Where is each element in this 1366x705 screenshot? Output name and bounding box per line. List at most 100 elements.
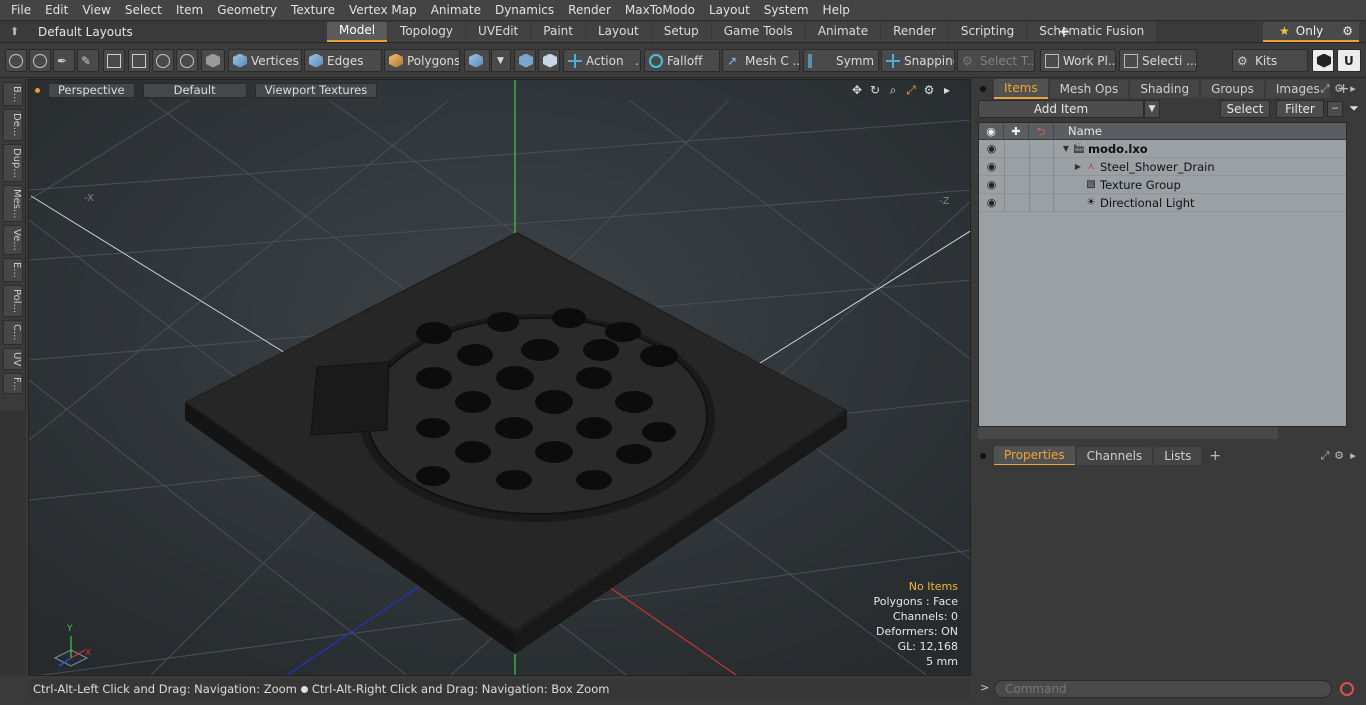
left-tab-edge[interactable]: E... (3, 258, 23, 282)
tab-schematic-fusion[interactable]: Schematic Fusion (1027, 22, 1157, 42)
expand-icon[interactable]: ⤢ (1318, 449, 1332, 463)
left-tab-fusion[interactable]: F... (3, 372, 23, 395)
only-toggle[interactable]: ★ Only ⚙ (1263, 22, 1359, 42)
action-center-button[interactable]: Action ... (563, 49, 641, 72)
item-row-modo-lxo[interactable]: ◉ ▼ 🎬 modo.lxo (979, 139, 1346, 158)
tab-render[interactable]: Render (881, 22, 948, 42)
menu-geometry[interactable]: Geometry (210, 0, 284, 21)
frame-button[interactable] (152, 49, 174, 72)
menu-system[interactable]: System (757, 0, 816, 21)
tab-properties[interactable]: Properties (994, 446, 1075, 466)
viewport-gear-icon[interactable]: ⚙ (920, 83, 938, 97)
panel-menu-dot[interactable] (980, 453, 986, 459)
tab-shading[interactable]: Shading (1130, 80, 1200, 98)
eye-icon[interactable]: ◉ (979, 142, 1004, 155)
menu-dynamics[interactable]: Dynamics (488, 0, 561, 21)
item-mode-button[interactable] (464, 49, 490, 72)
edges-button[interactable]: Edges (304, 49, 382, 72)
fit-icon[interactable]: ⤢ (902, 83, 920, 97)
viewport-menu-dot[interactable] (35, 87, 40, 93)
left-tab-deform[interactable]: De... (3, 109, 23, 141)
view-mode-button[interactable]: Perspective (48, 82, 135, 98)
add-tab-icon[interactable]: + (1057, 22, 1071, 42)
tab-topology[interactable]: Topology (388, 22, 466, 42)
panel-arrow-icon[interactable]: ▸ (1346, 82, 1360, 96)
eye-icon[interactable]: ◉ (979, 196, 1004, 209)
left-tab-mesh-edit[interactable]: Mes... (3, 184, 23, 223)
arrow-up-icon[interactable]: ⬆ (8, 25, 21, 38)
render-column-icon[interactable]: ⮌ (1029, 122, 1054, 140)
tab-scripting[interactable]: Scripting (948, 22, 1027, 42)
layouts-dropdown[interactable]: Default Layouts ▾ (34, 23, 134, 57)
tab-groups[interactable]: Groups (1201, 80, 1264, 98)
pivot-button[interactable] (514, 49, 536, 72)
pen-button[interactable]: ✒ (53, 49, 75, 72)
item-row-texture-group[interactable]: ◉ ▧ Texture Group (979, 175, 1346, 194)
shading-mode-button[interactable]: Default (142, 82, 247, 98)
selection-sets-button[interactable]: Selecti ... (1119, 49, 1197, 72)
select-circle-button[interactable] (5, 49, 27, 72)
rotate-icon[interactable]: ↻ (866, 83, 884, 97)
material-button[interactable] (201, 49, 225, 72)
tab-uvedit[interactable]: UVEdit (466, 22, 531, 42)
kits-button[interactable]: ⚙ Kits (1232, 49, 1308, 72)
record-icon[interactable] (1340, 682, 1354, 696)
visibility-column-eye-icon[interactable]: ◉ (979, 122, 1004, 140)
menu-layout[interactable]: Layout (702, 0, 757, 21)
menu-maxtomodo[interactable]: MaxToModo (618, 0, 702, 21)
add-item-dropdown[interactable]: ▼ (1144, 100, 1160, 118)
tab-mesh-ops[interactable]: Mesh Ops (1049, 80, 1129, 98)
menu-edit[interactable]: Edit (38, 0, 75, 21)
left-tab-basic[interactable]: B... (3, 82, 23, 107)
align-button[interactable] (103, 49, 125, 72)
command-input[interactable] (994, 680, 1332, 698)
panel-gear-icon[interactable]: ⚙ (1332, 449, 1346, 463)
tab-setup[interactable]: Setup (651, 22, 711, 42)
tab-items[interactable]: Items (994, 79, 1048, 99)
brush-button[interactable]: ✎ (77, 49, 99, 72)
tab-channels[interactable]: Channels (1076, 447, 1153, 465)
item-mode-dropdown[interactable]: ▼ (491, 49, 511, 72)
gear-icon[interactable]: ⚙ (1342, 24, 1353, 38)
expand-icon[interactable]: ⤢ (1318, 82, 1332, 96)
menu-vertex-map[interactable]: Vertex Map (342, 0, 424, 21)
snapping-button[interactable]: Snapping (881, 49, 955, 72)
lock-column-icon[interactable]: ✚ (1004, 122, 1029, 140)
select-button[interactable]: Select (1220, 100, 1270, 118)
menu-render[interactable]: Render (561, 0, 618, 21)
left-tab-curve[interactable]: C... (3, 319, 23, 345)
eye-icon[interactable]: ◉ (979, 160, 1004, 173)
falloff-button[interactable]: Falloff (644, 49, 720, 72)
left-tab-uv[interactable]: UV (3, 347, 23, 370)
add-panel-tab-icon[interactable]: + (1203, 448, 1227, 464)
item-row-steel-shower-drain[interactable]: ◉ ▶ ⋏ Steel_Shower_Drain (979, 157, 1346, 176)
filter-funnel-button[interactable]: ⏷ (1346, 101, 1362, 117)
work-plane-button[interactable]: Work Pl... (1040, 49, 1116, 72)
menu-help[interactable]: Help (816, 0, 857, 21)
item-list-scrollbar[interactable] (978, 427, 1278, 439)
left-tab-polygon[interactable]: Pol... (3, 284, 23, 317)
tab-model[interactable]: Model (327, 22, 388, 42)
collapse-triangle-icon[interactable]: ▼ (1060, 144, 1072, 153)
viewport-textures-button[interactable]: Viewport Textures (254, 82, 378, 98)
modo-cube-button[interactable] (1312, 49, 1334, 72)
vertices-button[interactable]: Vertices (228, 49, 302, 72)
center-button[interactable] (538, 49, 560, 72)
panel-menu-dot[interactable] (980, 86, 986, 92)
unreal-button[interactable]: U (1337, 49, 1361, 72)
polygons-button[interactable]: Polygons (384, 49, 460, 72)
menu-file[interactable]: File (4, 0, 38, 21)
eye-icon[interactable]: ◉ (979, 178, 1004, 191)
tab-layout[interactable]: Layout (585, 22, 651, 42)
left-tab-duplicate[interactable]: Dup... (3, 143, 23, 182)
expand-triangle-icon[interactable]: ▶ (1072, 162, 1084, 171)
zoom-icon[interactable]: ⌕ (884, 83, 902, 97)
menu-texture[interactable]: Texture (284, 0, 342, 21)
name-column-header[interactable]: Name (1054, 124, 1102, 138)
select-through-button[interactable]: ⚙ Select T... (957, 49, 1035, 72)
left-tab-vertex[interactable]: Ve... (3, 225, 23, 256)
timer-button[interactable] (176, 49, 198, 72)
move-icon[interactable]: ✥ (848, 83, 866, 97)
globe-button[interactable] (29, 49, 51, 72)
expand-arrow-icon[interactable]: ▸ (938, 83, 956, 97)
